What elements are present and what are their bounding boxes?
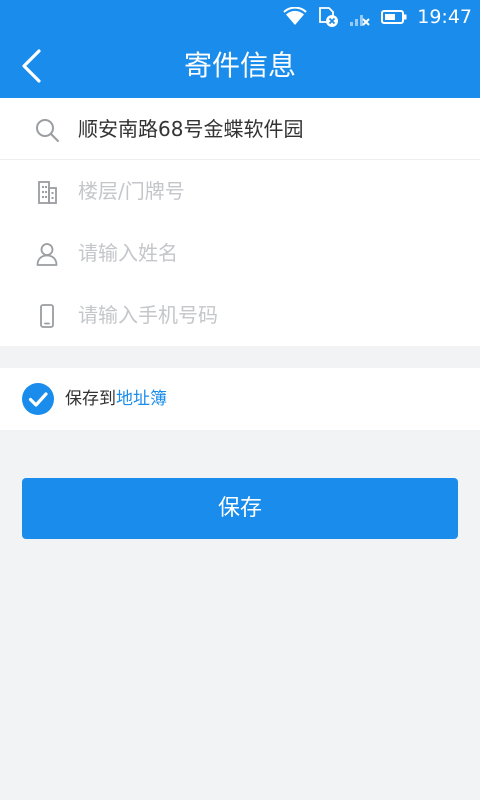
back-button[interactable]	[0, 34, 64, 98]
save-to-prefix: 保存到	[65, 389, 116, 409]
status-icons: 19:47	[283, 6, 472, 28]
save-to-book-checkbox[interactable]	[22, 383, 54, 415]
save-button[interactable]: 保存	[22, 478, 458, 539]
phone-icon	[40, 304, 54, 328]
status-time: 19:47	[417, 6, 472, 28]
name-row	[0, 222, 480, 284]
status-bar: 19:47	[0, 0, 480, 34]
search-icon	[36, 119, 59, 142]
floor-input[interactable]	[78, 160, 448, 222]
phone-row	[0, 284, 480, 346]
save-to-book-label: 保存到地址簿	[65, 368, 167, 430]
save-to-address-book: 保存到地址簿	[0, 368, 480, 430]
page-title: 寄件信息	[183, 49, 296, 82]
sim-icon	[319, 7, 339, 27]
person-icon	[36, 243, 58, 266]
address-row[interactable]: 顺安南路68号金蝶软件园	[0, 98, 480, 160]
chevron-left-icon	[22, 49, 41, 83]
sender-info-form: 顺安南路68号金蝶软件园	[0, 98, 480, 346]
address-book-link[interactable]: 地址簿	[116, 389, 167, 409]
check-circle-icon	[28, 392, 48, 407]
wifi-icon	[283, 7, 307, 25]
floor-row	[0, 160, 480, 222]
screen: 19:47 寄件信息 顺安南路68号金蝶软件园 楼层/门牌号 请输入姓名 请输入…	[0, 0, 480, 800]
navigation-bar: 寄件信息	[0, 34, 480, 98]
phone-input[interactable]	[78, 284, 448, 346]
signal-icon	[350, 15, 370, 26]
battery-icon	[381, 10, 407, 24]
building-icon	[38, 181, 57, 204]
name-input[interactable]	[78, 222, 448, 284]
address-value: 顺安南路68号金蝶软件园	[78, 117, 304, 141]
